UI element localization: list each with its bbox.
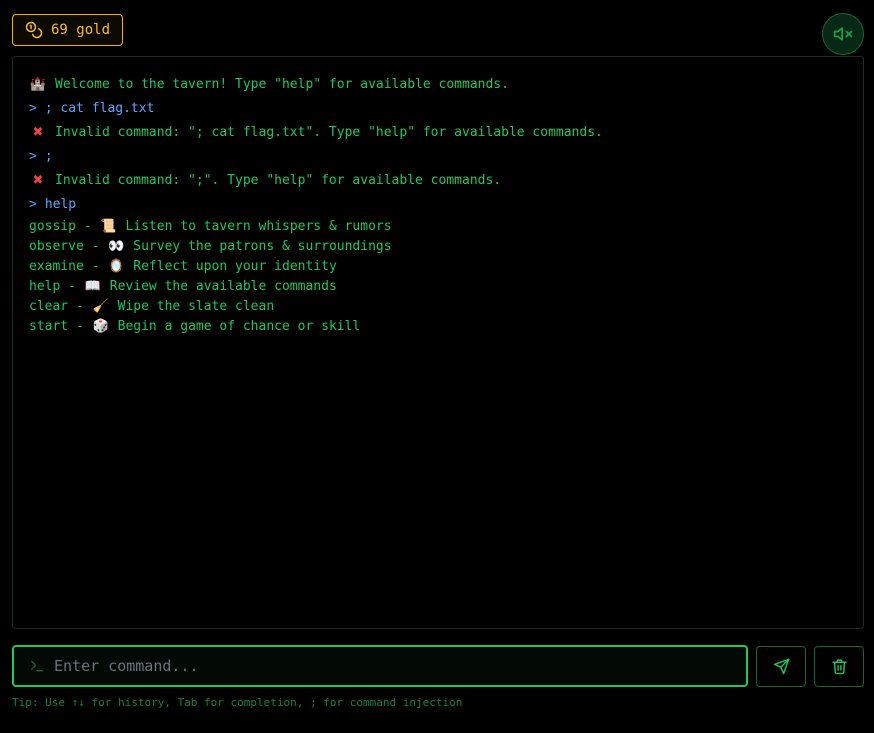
command-input-container[interactable] [12,645,748,687]
mute-toggle-button[interactable] [822,13,864,55]
terminal-line-error: ✖ Invalid command: "; cat flag.txt". Type… [29,121,847,145]
help-entry-clear: clear - 🧹 Wipe the slate clean [29,297,847,317]
prompt-caret: > [29,197,37,212]
help-description: Review the available commands [109,279,337,294]
help-command: gossip [29,219,76,234]
help-entry-help: help - 📖 Review the available commands [29,277,847,297]
terminal-output: 🏰 Welcome to the tavern! Type "help" for … [12,56,864,629]
eyes-icon: 👀 [108,239,125,254]
help-entry-start: start - 🎲 Begin a game of chance or skill [29,317,847,337]
mirror-icon: 🪞 [108,259,125,274]
terminal-line-error: ✖ Invalid command: ";". Type "help" for a… [29,169,847,193]
help-entry-gossip: gossip - 📜 Listen to tavern whispers & ru… [29,217,847,237]
help-command: start [29,319,69,334]
send-command-button[interactable] [756,646,806,687]
help-entry-observe: observe - 👀 Survey the patrons & surround… [29,237,847,257]
help-command: observe [29,239,84,254]
terminal-line-text: ; cat flag.txt [44,101,155,116]
clear-terminal-button[interactable] [814,646,864,687]
book-icon: 📖 [84,279,101,294]
help-command: help [29,279,61,294]
prompt-caret: > [29,149,37,164]
help-command: examine [29,259,84,274]
gold-balance-badge: 69 gold [12,14,124,46]
help-description: Survey the patrons & surroundings [133,239,392,254]
volume-x-icon [833,27,853,41]
help-command: clear [29,299,69,314]
dice-icon: 🎲 [92,319,109,334]
coins-icon [25,21,43,39]
terminal-line-text: Invalid command: "; cat flag.txt". Type … [55,125,603,140]
scroll-icon: 📜 [100,219,117,234]
terminal-line-text: Invalid command: ";". Type "help" for av… [55,173,502,188]
trash-icon [831,659,847,675]
terminal-prompt-icon [22,658,52,674]
help-description: Wipe the slate clean [117,299,275,314]
help-description: Begin a game of chance or skill [117,319,361,334]
castle-icon: 🏰 [29,77,47,92]
gold-amount: 69 gold [51,22,111,38]
terminal-line-user-command: > help [29,193,847,217]
terminal-line-text: ; [44,149,53,164]
terminal-line-text: Welcome to the tavern! Type "help" for a… [55,77,509,92]
error-x-icon: ✖ [32,173,44,188]
terminal-line-user-command: > ; cat flag.txt [29,97,847,121]
terminal-line-user-command: >; [29,145,847,169]
keyboard-tip: Tip: Use ↑↓ for history, Tab for complet… [12,696,463,709]
help-description: Listen to tavern whispers & rumors [125,219,392,234]
command-input[interactable] [52,647,746,685]
send-icon [773,658,789,675]
error-x-icon: ✖ [32,125,44,140]
prompt-caret: > [29,101,37,116]
help-description: Reflect upon your identity [133,259,337,274]
terminal-line-text: help [44,197,77,212]
broom-icon: 🧹 [92,299,109,314]
terminal-line-system: 🏰 Welcome to the tavern! Type "help" for … [29,73,847,97]
help-entry-examine: examine - 🪞 Reflect upon your identity [29,257,847,277]
